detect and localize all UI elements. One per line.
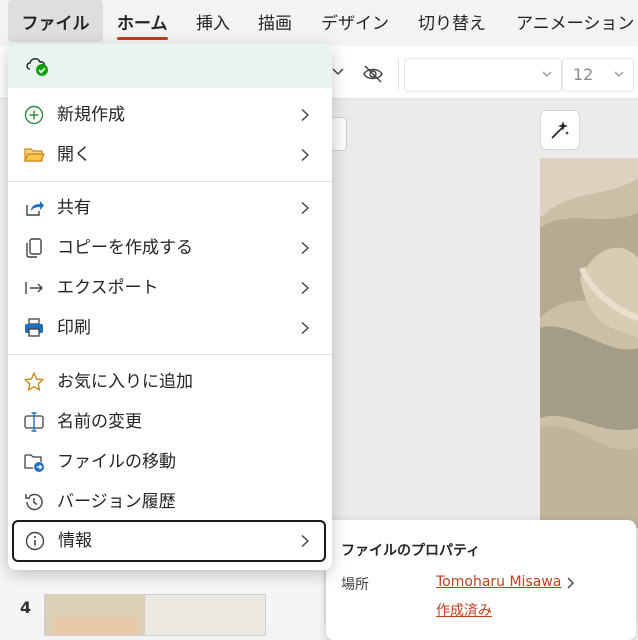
menu-item-add-favorite[interactable]: お気に入りに追加 [8, 363, 332, 401]
plus-circle-icon [24, 105, 44, 125]
hide-eye-icon[interactable] [362, 63, 384, 85]
menu-item-label: 新規作成 [57, 105, 125, 125]
chevron-right-icon [301, 201, 310, 215]
menu-item-label: 共有 [57, 198, 91, 218]
font-size-value: 12 [573, 65, 594, 84]
history-icon [25, 493, 43, 511]
menu-item-rename[interactable]: 名前の変更 [8, 403, 332, 441]
status-link[interactable]: 作成済み [436, 600, 492, 620]
chevron-right-icon [301, 241, 310, 255]
menu-item-label: バージョン履歴 [57, 492, 176, 512]
cloud-synced-icon [26, 58, 48, 76]
chevron-right-icon [301, 148, 310, 162]
tab-home[interactable]: ホーム [117, 0, 168, 46]
designer-button[interactable] [540, 110, 580, 150]
chevron-right-icon [567, 577, 574, 589]
menu-item-label: エクスポート [57, 278, 159, 298]
tab-file[interactable]: ファイル [8, 0, 103, 42]
menu-item-export[interactable]: エクスポート [8, 269, 332, 307]
tab-draw[interactable]: 描画 [258, 0, 292, 46]
tab-insert[interactable]: 挿入 [196, 0, 230, 46]
folder-icon [24, 148, 45, 162]
chevron-down-icon[interactable] [330, 64, 346, 80]
menu-item-move-file[interactable]: ファイルの移動 [8, 443, 332, 481]
menu-item-label: ファイルの移動 [57, 452, 176, 472]
star-icon [24, 372, 44, 391]
font-name-dropdown[interactable] [404, 58, 562, 92]
menu-item-label: 名前の変更 [57, 412, 142, 432]
tab-selected-indicator [117, 37, 168, 40]
share-icon [26, 201, 44, 216]
slide-number: 4 [20, 598, 32, 617]
file-properties-panel: ファイルのプロパティ 場所 Tomoharu Misawa 作成済み [326, 520, 636, 640]
menu-item-new[interactable]: 新規作成 [8, 96, 332, 134]
font-size-dropdown[interactable]: 12 [562, 58, 634, 92]
location-label: 場所 [341, 577, 369, 593]
copy-icon [26, 238, 42, 258]
tab-design[interactable]: デザイン [321, 0, 389, 46]
chevron-down-icon [614, 71, 624, 77]
slide-preview-image [540, 158, 638, 528]
menu-item-version-history[interactable]: バージョン履歴 [8, 483, 332, 521]
menu-item-label: 印刷 [57, 318, 91, 338]
menu-divider [8, 354, 332, 355]
chevron-right-icon [301, 281, 310, 295]
menu-item-label: 情報 [58, 531, 92, 551]
toolbar-separator [398, 58, 399, 90]
chevron-down-icon [542, 71, 552, 77]
rename-icon [24, 412, 44, 432]
location-link[interactable]: Tomoharu Misawa [436, 574, 561, 590]
menu-item-print[interactable]: 印刷 [8, 309, 332, 347]
tab-transitions[interactable]: 切り替え [418, 0, 486, 46]
menu-item-share[interactable]: 共有 [8, 189, 332, 227]
menu-header [8, 44, 332, 88]
menu-item-label: お気に入りに追加 [57, 372, 193, 392]
ribbon-tabs: ファイル ホーム 挿入 描画 デザイン 切り替え アニメーション [0, 0, 638, 46]
move-file-icon [24, 454, 44, 472]
menu-item-label: 開く [57, 145, 91, 165]
properties-title: ファイルのプロパティ [341, 543, 481, 559]
file-menu: 新規作成 開く 共有 コピーを作成する エクスポート 印刷 お気に入りに追加 名… [8, 44, 332, 570]
thumbnail-image [45, 595, 265, 635]
tab-home-label: ホーム [117, 14, 168, 34]
chevron-right-icon [301, 321, 310, 335]
menu-divider [8, 181, 332, 182]
info-icon [25, 531, 45, 551]
menu-item-info[interactable]: 情報 [12, 520, 326, 562]
menu-item-label: コピーを作成する [57, 238, 193, 258]
menu-item-open[interactable]: 開く [8, 136, 332, 174]
export-icon [25, 282, 43, 294]
slide-thumbnail[interactable] [44, 594, 266, 636]
printer-icon [25, 318, 43, 337]
tab-animations[interactable]: アニメーション [516, 0, 634, 46]
menu-item-make-copy[interactable]: コピーを作成する [8, 229, 332, 267]
sparkle-pen-icon [551, 121, 569, 139]
chevron-right-icon [301, 108, 310, 122]
chevron-right-icon [301, 534, 310, 548]
